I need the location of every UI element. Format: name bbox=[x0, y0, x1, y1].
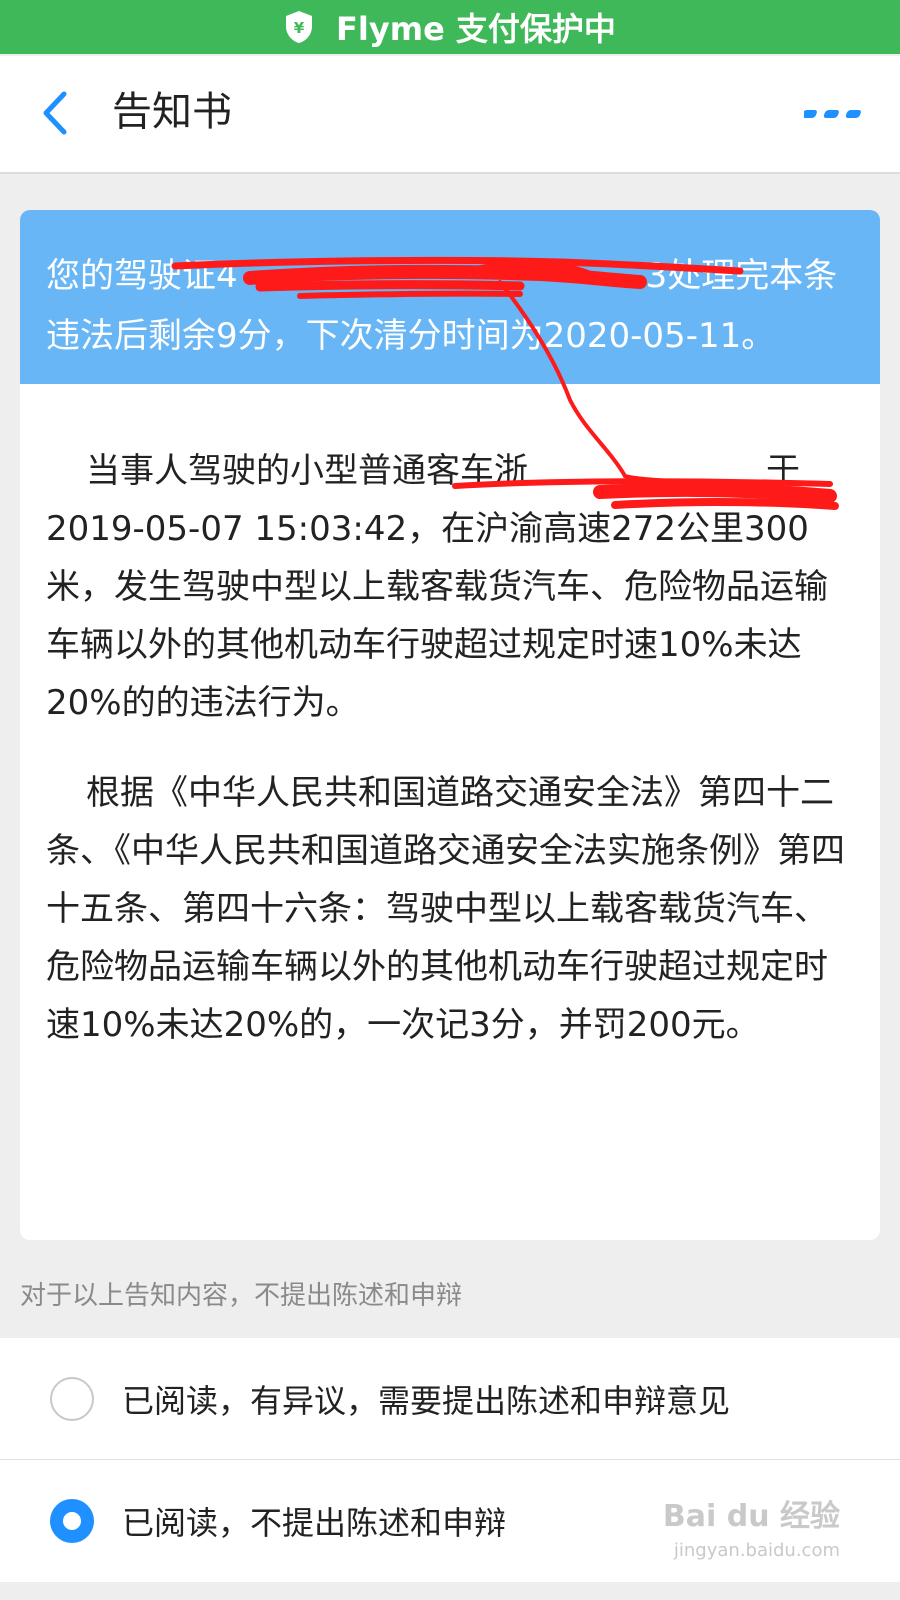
license-summary: 您的驾驶证4 3处理完本条违法后剩余9分，下次清分时间为2020-05-11。 bbox=[20, 210, 880, 384]
radio-unselected[interactable] bbox=[50, 1376, 94, 1421]
baidu-jingyan-watermark: Bai du 经验 jingyan.baidu.com bbox=[663, 1500, 840, 1568]
svg-text:¥: ¥ bbox=[294, 19, 305, 37]
option-label: 已阅读，不提出陈述和申辩 bbox=[122, 1503, 507, 1542]
watermark-main: Bai du 经验 bbox=[662, 1499, 840, 1534]
shield-icon: ¥ bbox=[286, 11, 313, 43]
legal-basis-paragraph: 根据《中华人民共和国道路交通安全法》第四十二条、《中华人民共和国道路交通安全法实… bbox=[46, 773, 845, 1045]
more-dots-icon[interactable] bbox=[804, 104, 864, 124]
payment-protection-bar: ¥ Flyme 支付保护中 bbox=[0, 0, 900, 54]
option-label: 已阅读，有异议，需要提出陈述和申辩意见 bbox=[122, 1381, 731, 1420]
app-header: 告知书 bbox=[0, 56, 900, 174]
radio-selected[interactable] bbox=[50, 1498, 94, 1543]
chevron-left-icon[interactable] bbox=[34, 88, 84, 138]
notice-card: 您的驾驶证4 3处理完本条违法后剩余9分，下次清分时间为2020-05-11。 … bbox=[20, 210, 880, 1240]
page-title: 告知书 bbox=[112, 89, 232, 135]
payment-protection-text: Flyme 支付保护中 bbox=[336, 10, 616, 48]
watermark-url: jingyan.baidu.com bbox=[673, 1540, 840, 1561]
hint-text: 对于以上告知内容，不提出陈述和申辩 bbox=[20, 1281, 463, 1311]
violation-paragraph: 当事人驾驶的小型普通客车浙 于2019-05-07 15:03:42，在沪渝高速… bbox=[46, 451, 828, 723]
notice-body: 当事人驾驶的小型普通客车浙 于2019-05-07 15:03:42，在沪渝高速… bbox=[20, 384, 880, 1054]
option-objection[interactable]: 已阅读，有异议，需要提出陈述和申辩意见 bbox=[0, 1338, 900, 1460]
